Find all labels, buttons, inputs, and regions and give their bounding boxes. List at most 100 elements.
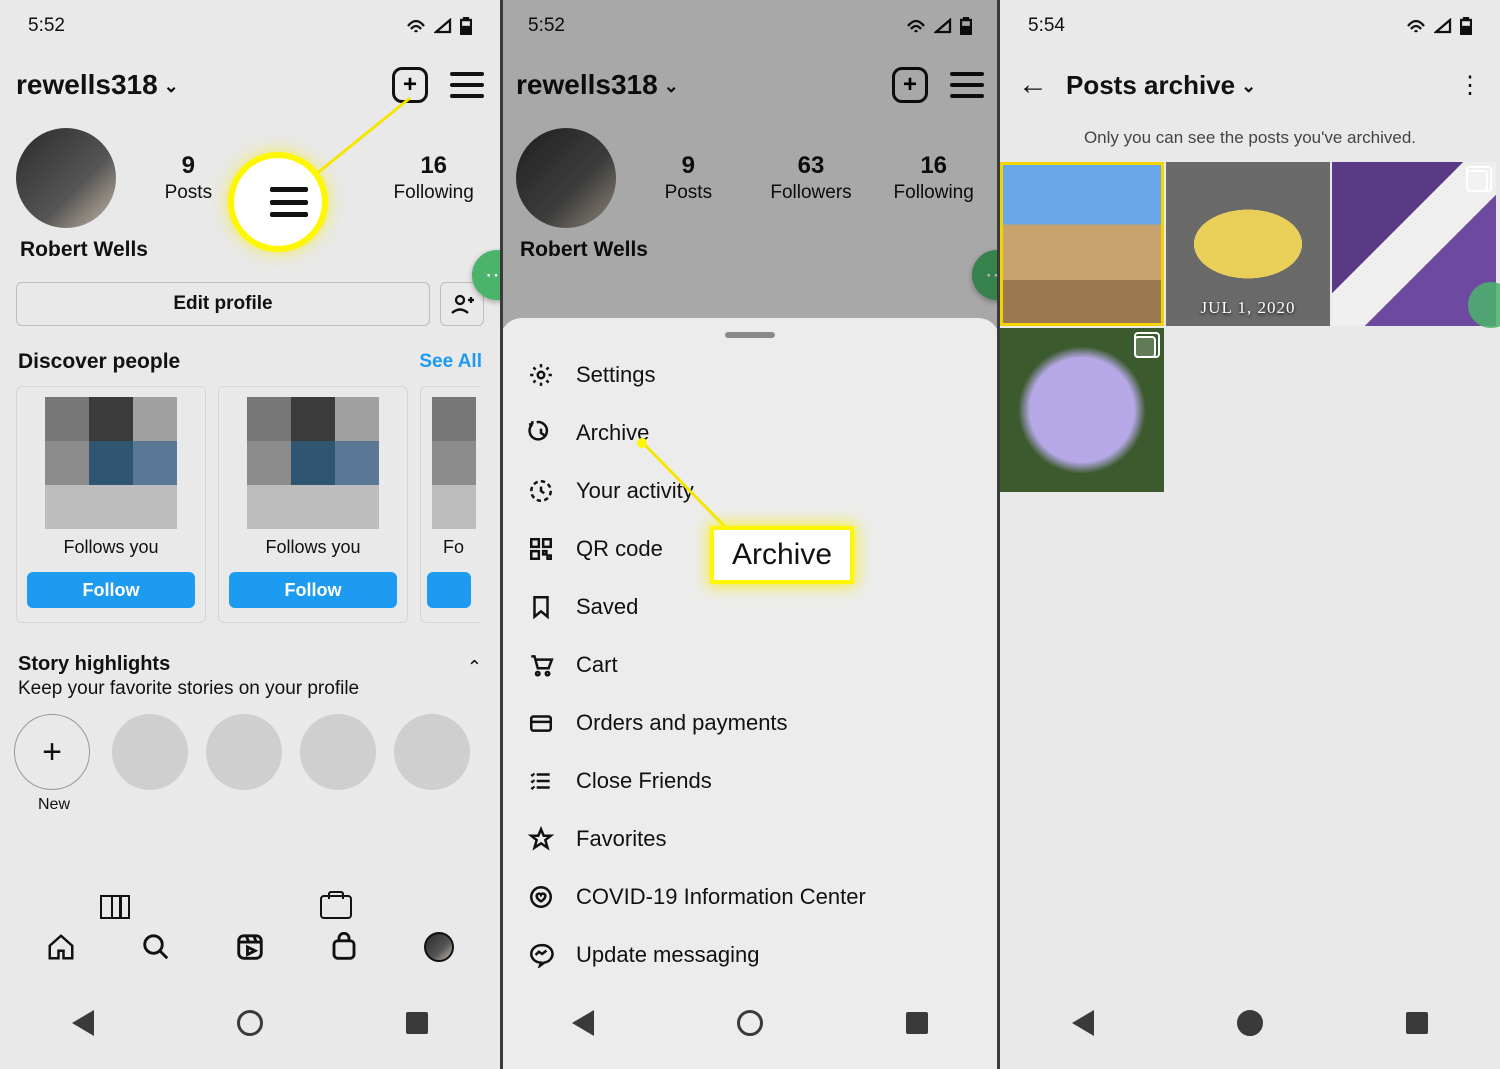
wifi-icon — [906, 18, 926, 34]
heart-icon — [526, 882, 556, 912]
status-bar: 5:52 — [0, 0, 500, 52]
status-time: 5:52 — [528, 15, 565, 37]
menu-close-friends[interactable]: Close Friends — [500, 752, 1000, 810]
status-icons — [406, 17, 472, 35]
back-nav[interactable] — [572, 1010, 594, 1036]
stat-posts[interactable]: 9 Posts — [138, 152, 239, 204]
chevron-down-icon: ⌄ — [1241, 76, 1256, 97]
highlight-placeholder — [394, 714, 470, 790]
menu-messaging[interactable]: Update messaging — [500, 926, 1000, 984]
chevron-down-icon: ⌄ — [664, 76, 679, 97]
discover-card[interactable]: Fo — [420, 386, 480, 623]
archive-subtitle: Only you can see the posts you've archiv… — [1000, 118, 1500, 162]
bottom-nav — [0, 921, 500, 973]
create-button[interactable]: + — [892, 67, 928, 103]
reels-icon[interactable] — [235, 932, 265, 962]
profile-stats: 9Posts 63Followers 16Following — [500, 118, 1000, 232]
grid-tab-icon[interactable] — [100, 895, 130, 919]
menu-sheet: Settings Archive Your activity QR code S… — [500, 318, 1000, 1069]
multi-icon — [1134, 336, 1156, 358]
menu-orders[interactable]: Orders and payments — [500, 694, 1000, 752]
callout-archive: Archive — [710, 526, 854, 584]
star-icon — [526, 824, 556, 854]
home-nav[interactable] — [237, 1010, 263, 1036]
username-dropdown[interactable]: rewells318 ⌄ — [16, 69, 179, 101]
recent-nav[interactable] — [406, 1012, 428, 1034]
signal-icon — [1434, 18, 1452, 34]
discover-heading: Discover people — [18, 350, 419, 374]
screen-archive: 5:54 ← Posts archive ⌄ ⋮ Only you can se… — [1000, 0, 1500, 1069]
signal-icon — [434, 18, 452, 34]
see-all-link[interactable]: See All — [419, 351, 482, 373]
highlight-placeholder — [300, 714, 376, 790]
highlight-placeholder — [112, 714, 188, 790]
hamburger-icon — [270, 187, 308, 217]
username: rewells318 — [16, 69, 158, 101]
profile-tab[interactable] — [424, 932, 454, 962]
add-person-icon — [450, 294, 474, 314]
callout-menu-icon — [234, 158, 322, 246]
wifi-icon — [406, 18, 426, 34]
profile-header: rewells318 ⌄ + — [500, 52, 1000, 118]
edit-profile-button[interactable]: Edit profile — [16, 282, 430, 326]
menu-saved[interactable]: Saved — [500, 578, 1000, 636]
display-name: Robert Wells — [0, 232, 500, 266]
avatar — [516, 128, 616, 228]
username-dropdown[interactable]: rewells318 ⌄ — [516, 69, 679, 101]
more-button[interactable]: ⋮ — [1458, 71, 1482, 100]
battery-icon — [460, 17, 472, 35]
highlights-row[interactable]: + New — [0, 700, 500, 814]
menu-cart[interactable]: Cart — [500, 636, 1000, 694]
callout-dot — [637, 438, 647, 448]
drag-handle[interactable] — [725, 332, 775, 338]
discover-cards[interactable]: Follows you Follow Follows you Follow Fo — [0, 386, 500, 623]
back-nav[interactable] — [72, 1010, 94, 1036]
status-bar: 5:54 — [1000, 0, 1500, 52]
discover-card[interactable]: Follows you Follow — [218, 386, 408, 623]
android-nav — [1000, 987, 1500, 1059]
follow-button[interactable]: Follow — [27, 572, 195, 608]
callout-line — [608, 402, 768, 542]
follow-button[interactable]: Follow — [229, 572, 397, 608]
archive-header: ← Posts archive ⌄ ⋮ — [1000, 52, 1500, 118]
highlights-title: Story highlights — [18, 653, 467, 676]
status-icons — [906, 17, 972, 35]
menu-button[interactable] — [950, 72, 984, 98]
blurred-avatar — [45, 397, 177, 529]
gear-icon — [526, 360, 556, 390]
archive-icon — [526, 418, 556, 448]
home-nav[interactable] — [737, 1010, 763, 1036]
menu-covid[interactable]: COVID-19 Information Center — [500, 868, 1000, 926]
screen-menu: 5:52 rewells318 ⌄ + 9Posts 63Followers 1… — [500, 0, 1000, 1069]
home-nav[interactable] — [1237, 1010, 1263, 1036]
list-icon — [526, 766, 556, 796]
back-nav[interactable] — [1072, 1010, 1094, 1036]
recent-nav[interactable] — [1406, 1012, 1428, 1034]
blurred-avatar — [432, 397, 476, 529]
follow-button[interactable] — [427, 572, 471, 608]
cart-icon — [526, 650, 556, 680]
menu-favorites[interactable]: Favorites — [500, 810, 1000, 868]
highlight-placeholder — [206, 714, 282, 790]
multi-icon — [1466, 170, 1488, 192]
home-icon[interactable] — [46, 932, 76, 962]
avatar[interactable] — [16, 128, 116, 228]
shop-icon[interactable] — [329, 932, 359, 962]
archive-tile[interactable]: JUL 1, 2020 — [1166, 162, 1330, 326]
blurred-avatar — [247, 397, 379, 529]
chevron-up-icon[interactable]: ⌃ — [467, 657, 482, 678]
card-icon — [526, 708, 556, 738]
archive-tile[interactable] — [1000, 162, 1164, 326]
back-button[interactable]: ← — [1018, 68, 1048, 102]
wifi-icon — [1406, 18, 1426, 34]
recent-nav[interactable] — [906, 1012, 928, 1034]
tagged-tab-icon[interactable] — [320, 895, 352, 919]
menu-settings[interactable]: Settings — [500, 346, 1000, 404]
discover-card[interactable]: Follows you Follow — [16, 386, 206, 623]
archive-tile[interactable] — [1000, 328, 1164, 492]
archive-title-dropdown[interactable]: Posts archive ⌄ — [1066, 70, 1256, 101]
search-icon[interactable] — [141, 932, 171, 962]
highlight-new[interactable]: + New — [14, 714, 94, 814]
plus-icon: + — [14, 714, 90, 790]
status-icons — [1406, 17, 1472, 35]
